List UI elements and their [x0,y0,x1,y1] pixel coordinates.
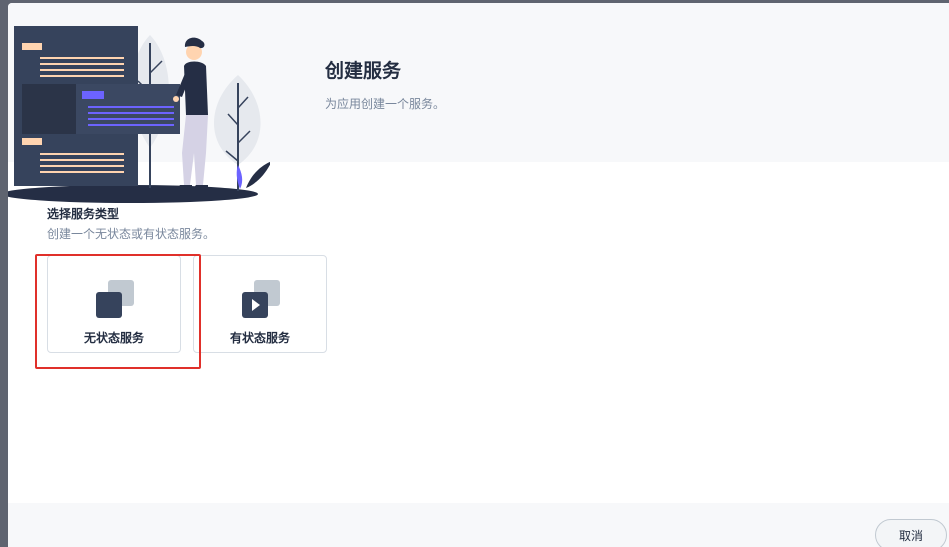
dialog-footer: 取消 [8,503,949,547]
create-service-dialog: 创建服务 为应用创建一个服务。 选择服务类型 创建一个无状态或有状态服务。 无状… [8,3,949,547]
dialog-title: 创建服务 [325,60,402,82]
stateless-service-card[interactable]: 无状态服务 [47,255,181,353]
dialog-subtitle: 为应用创建一个服务。 [325,97,446,111]
header-illustration [8,26,270,203]
stateful-service-label: 有状态服务 [229,331,290,345]
section-description: 创建一个无状态或有状态服务。 [47,227,216,241]
stateful-service-card[interactable]: 有状态服务 [193,255,327,353]
cancel-button[interactable]: 取消 [875,519,947,547]
stateless-service-label: 无状态服务 [83,331,144,345]
stateless-service-icon [96,280,134,318]
stateful-service-icon [242,280,280,318]
section-title: 选择服务类型 [47,207,120,221]
